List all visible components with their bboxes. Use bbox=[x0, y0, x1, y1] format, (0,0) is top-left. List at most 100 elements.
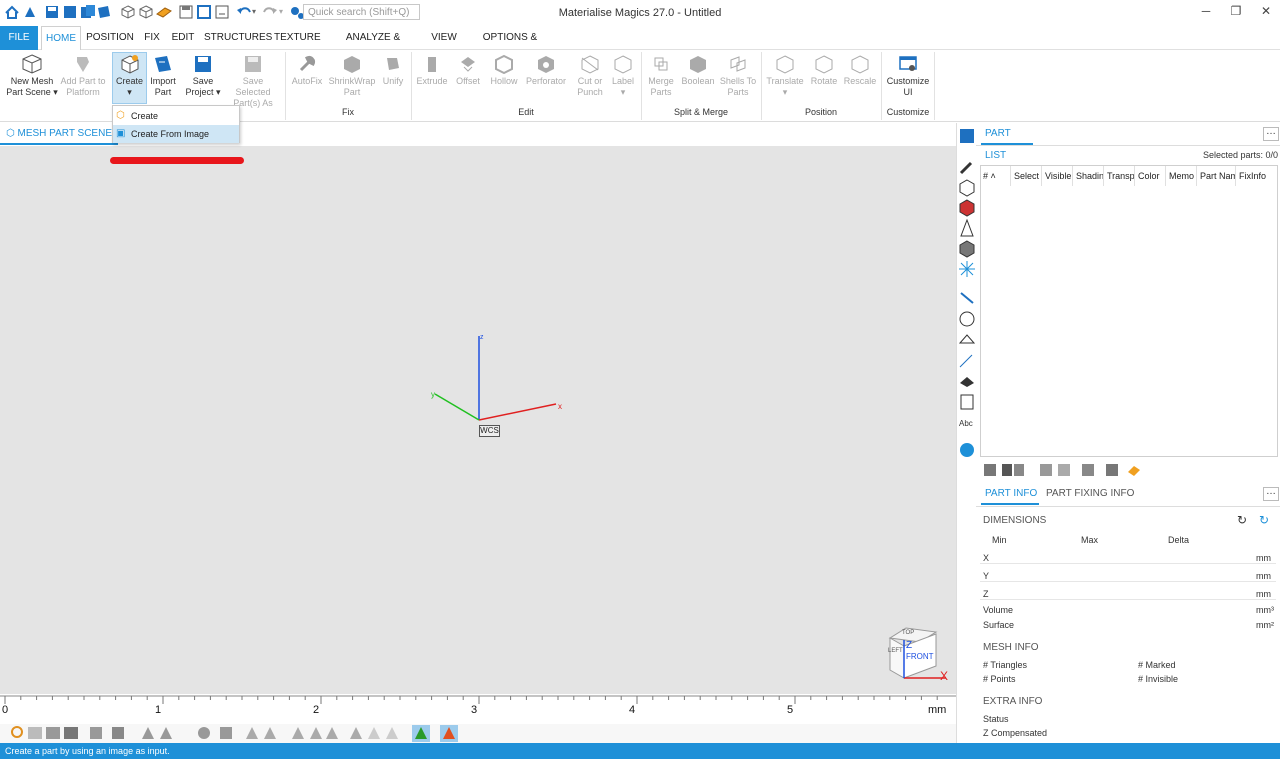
unify-button[interactable]: Unify bbox=[378, 54, 408, 87]
column-header[interactable]: # ˄ bbox=[981, 166, 1011, 186]
part-info-more-button[interactable]: … bbox=[1263, 487, 1279, 501]
rescale-button[interactable]: Rescale bbox=[842, 54, 878, 87]
create-button[interactable]: Create ▾ bbox=[112, 54, 147, 98]
merge-parts-button[interactable]: Merge Parts bbox=[644, 54, 678, 98]
restore-icon[interactable]: ❐ bbox=[1226, 4, 1246, 22]
tab-home[interactable]: HOME bbox=[41, 26, 81, 50]
cut-or-punch-button[interactable]: Cut or Punch bbox=[572, 54, 608, 98]
tab-structures[interactable]: STRUCTURES bbox=[204, 26, 272, 50]
cube-icon[interactable] bbox=[120, 4, 136, 20]
mesh-info-header: MESH INFO bbox=[983, 642, 1039, 653]
cut-icon bbox=[581, 55, 599, 74]
tab-part-fixing-info[interactable]: PART FIXING INFO bbox=[1046, 483, 1136, 505]
column-header[interactable]: Part Name bbox=[1198, 166, 1236, 186]
import-part-button[interactable]: Import Part bbox=[146, 54, 180, 98]
save-icon[interactable] bbox=[44, 4, 60, 20]
z-compensated-label: Z Compensated bbox=[983, 728, 1048, 738]
3d-viewport[interactable] bbox=[0, 146, 956, 694]
tab-file[interactable]: FILE bbox=[0, 26, 38, 50]
axis-y-label: y bbox=[431, 390, 435, 399]
tab-part-list[interactable]: PART LIST bbox=[981, 123, 1033, 161]
merge-icon bbox=[654, 57, 668, 71]
dim-z-unit: mm bbox=[1256, 589, 1271, 599]
import-icon[interactable] bbox=[96, 4, 112, 20]
surface-label: Surface bbox=[983, 620, 1015, 630]
column-header[interactable]: Color bbox=[1136, 166, 1166, 186]
translate-button[interactable]: Translate ▾ bbox=[764, 54, 806, 98]
tab-part-info[interactable]: PART INFO bbox=[981, 483, 1039, 505]
tab-position[interactable]: POSITION bbox=[86, 26, 134, 50]
tab-analyze-report[interactable]: ANALYZE & REPORT bbox=[328, 26, 418, 67]
column-header[interactable]: Select bbox=[1012, 166, 1042, 186]
save-all-icon[interactable] bbox=[214, 4, 230, 20]
perforator-button[interactable]: Perforator bbox=[522, 54, 570, 87]
column-min: Min bbox=[992, 535, 1007, 545]
undo-dropdown-icon[interactable]: ▾ bbox=[252, 7, 256, 16]
label-button[interactable]: Label ▾ bbox=[608, 54, 638, 98]
marked-label: # Marked bbox=[1138, 660, 1176, 670]
redo-dropdown-icon[interactable]: ▾ bbox=[279, 7, 283, 16]
redo-icon[interactable] bbox=[262, 4, 278, 20]
menu-item-create[interactable]: ⬡ Create bbox=[113, 107, 239, 125]
text-tool-icon[interactable]: Abc bbox=[959, 419, 973, 428]
hollow-button[interactable]: Hollow bbox=[486, 54, 522, 87]
dim-y-unit: mm bbox=[1256, 571, 1271, 581]
perforator-icon bbox=[538, 56, 554, 73]
viewcube-x-label: X bbox=[940, 669, 949, 683]
close-icon[interactable]: ✕ bbox=[1256, 4, 1276, 22]
minimize-icon[interactable]: ─ bbox=[1196, 4, 1216, 22]
cube-icon[interactable] bbox=[138, 4, 154, 20]
ruler-label: 4 bbox=[629, 704, 636, 716]
extrude-button[interactable]: Extrude bbox=[414, 54, 450, 87]
group-label-position: Position bbox=[804, 107, 838, 117]
extra-info-header: EXTRA INFO bbox=[983, 696, 1043, 707]
customize-ui-button[interactable]: Customize UI bbox=[884, 54, 932, 98]
axis-x-label: x bbox=[558, 402, 562, 411]
column-header[interactable]: FixInfo bbox=[1237, 166, 1277, 186]
viewcube-z-label: Z bbox=[906, 640, 913, 651]
save-project-icon[interactable] bbox=[178, 4, 194, 20]
column-header[interactable]: Memo bbox=[1167, 166, 1197, 186]
tab-edit[interactable]: EDIT bbox=[170, 26, 196, 50]
offset-button[interactable]: Offset bbox=[450, 54, 486, 87]
save-icon[interactable] bbox=[196, 4, 212, 20]
import-icon[interactable] bbox=[22, 4, 38, 20]
refresh-settings-icon[interactable]: ↻ bbox=[1259, 513, 1269, 527]
autofix-button[interactable]: AutoFix bbox=[289, 54, 325, 87]
column-header[interactable]: Transp bbox=[1105, 166, 1135, 186]
home-icon[interactable] bbox=[4, 4, 20, 20]
boolean-button[interactable]: Boolean bbox=[679, 54, 717, 87]
shrinkwrap-part-button[interactable]: ShrinkWrap Part bbox=[326, 54, 378, 98]
undo-icon[interactable] bbox=[236, 4, 252, 20]
new-mesh-part-scene-button[interactable]: New Mesh Part Scene ▾ bbox=[6, 54, 58, 98]
platform-icon[interactable] bbox=[156, 4, 172, 20]
viewcube-top-label: TOP bbox=[902, 630, 915, 636]
status-bar: Create a part by using an image as input… bbox=[0, 743, 1280, 759]
tab-fix[interactable]: FIX bbox=[140, 26, 164, 50]
save-icon[interactable] bbox=[62, 4, 78, 20]
refresh-icon[interactable]: ↻ bbox=[1237, 513, 1247, 527]
tab-texture[interactable]: TEXTURE bbox=[274, 26, 321, 50]
menu-item-create-from-image[interactable]: ▣ Create From Image bbox=[113, 125, 239, 143]
shells-to-parts-button[interactable]: Shells To Parts bbox=[717, 54, 759, 98]
scene-icon: ⬡ bbox=[6, 128, 15, 139]
save-all-icon[interactable] bbox=[80, 4, 96, 20]
part-list-more-button[interactable]: … bbox=[1263, 127, 1279, 141]
save-project-button[interactable]: Save Project ▾ bbox=[182, 54, 224, 98]
column-header[interactable]: Visible bbox=[1043, 166, 1073, 186]
column-header[interactable]: Shading bbox=[1074, 166, 1104, 186]
dim-z-label: Z bbox=[983, 589, 989, 599]
rescale-icon bbox=[851, 55, 869, 74]
quick-search-input[interactable]: Quick search (Shift+Q) bbox=[303, 4, 420, 20]
tab-view[interactable]: VIEW bbox=[428, 26, 460, 50]
rotate-button[interactable]: Rotate bbox=[806, 54, 842, 87]
column-delta: Delta bbox=[1168, 535, 1190, 545]
shrinkwrap-icon bbox=[344, 56, 360, 73]
part-list-table[interactable]: # ˄ Select Visible Shading Transp Color … bbox=[980, 165, 1278, 457]
add-part-to-platform-button[interactable]: Add Part to Platform bbox=[58, 54, 108, 98]
label-icon bbox=[614, 55, 632, 74]
save-selected-parts-button[interactable]: Save Selected Part(s) As bbox=[224, 54, 282, 109]
divider bbox=[976, 506, 1280, 507]
tab-mesh-part-scene[interactable]: ⬡ MESH PART SCENE bbox=[0, 123, 118, 145]
tab-options-help[interactable]: OPTIONS & HELP bbox=[470, 26, 550, 67]
